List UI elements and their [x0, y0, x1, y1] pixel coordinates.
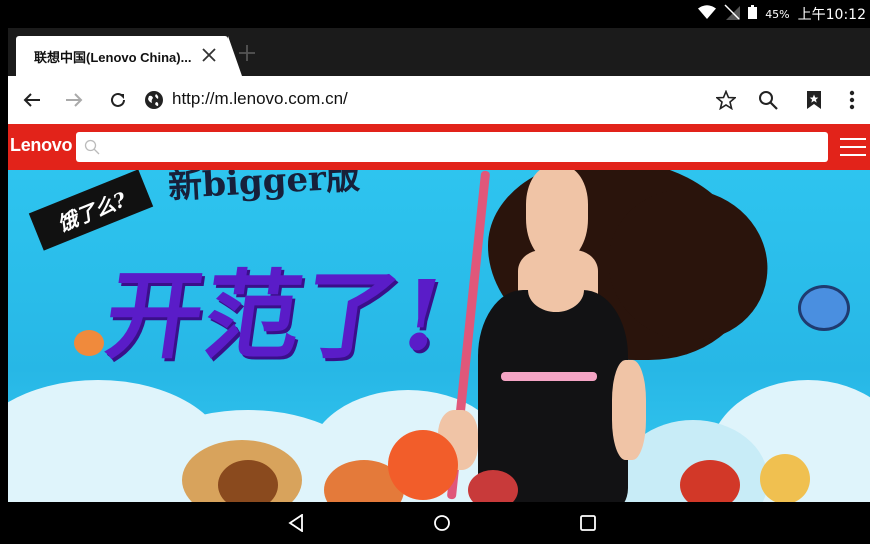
no-sim-icon	[724, 4, 741, 24]
search-icon	[84, 139, 100, 155]
overflow-menu-icon[interactable]	[840, 88, 864, 112]
robot-mascot	[798, 285, 850, 331]
bookmarks-icon[interactable]	[802, 88, 826, 112]
tab-title: 联想中国(Lenovo China)...	[34, 49, 192, 65]
nav-home-icon[interactable]	[432, 513, 452, 533]
site-header: Lenovo	[8, 124, 870, 170]
battery-percent: 45%	[765, 7, 790, 21]
tab-strip: 联想中国(Lenovo China)...	[8, 28, 870, 76]
status-bar: 45% 上午10:12	[8, 0, 870, 28]
browser-toolbar: http://m.lenovo.com.cn/	[8, 76, 870, 124]
address-bar[interactable]: http://m.lenovo.com.cn/	[172, 89, 348, 109]
nav-back-icon[interactable]	[286, 513, 306, 533]
web-page: Lenovo 新bigger版 饿了么? 开范了!	[8, 124, 870, 502]
back-icon[interactable]	[20, 88, 44, 112]
android-screen: 45% 上午10:12 联想中国(Lenovo China)... http:/…	[8, 0, 870, 544]
wifi-icon	[698, 5, 717, 23]
star-bookmark-icon[interactable]	[714, 88, 738, 112]
close-tab-icon[interactable]	[198, 44, 220, 66]
site-menu-icon[interactable]	[840, 134, 866, 160]
android-nav-bar	[8, 502, 870, 544]
banner-headline: 开范了!	[98, 259, 453, 372]
browser-tab-active[interactable]: 联想中国(Lenovo China)...	[16, 36, 242, 76]
search-icon[interactable]	[756, 88, 780, 112]
battery-icon	[748, 5, 758, 23]
forward-icon[interactable]	[62, 88, 86, 112]
site-search-input[interactable]	[76, 132, 828, 162]
banner-top-text: 新bigger版	[167, 170, 361, 207]
nav-recents-icon[interactable]	[578, 513, 598, 533]
lenovo-logo[interactable]: Lenovo	[10, 135, 73, 156]
globe-icon	[142, 88, 166, 112]
clock: 上午10:12	[797, 7, 866, 23]
new-tab-icon[interactable]	[236, 42, 258, 64]
promo-banner[interactable]: 新bigger版 饿了么? 开范了!	[8, 170, 870, 502]
reload-icon[interactable]	[106, 88, 130, 112]
